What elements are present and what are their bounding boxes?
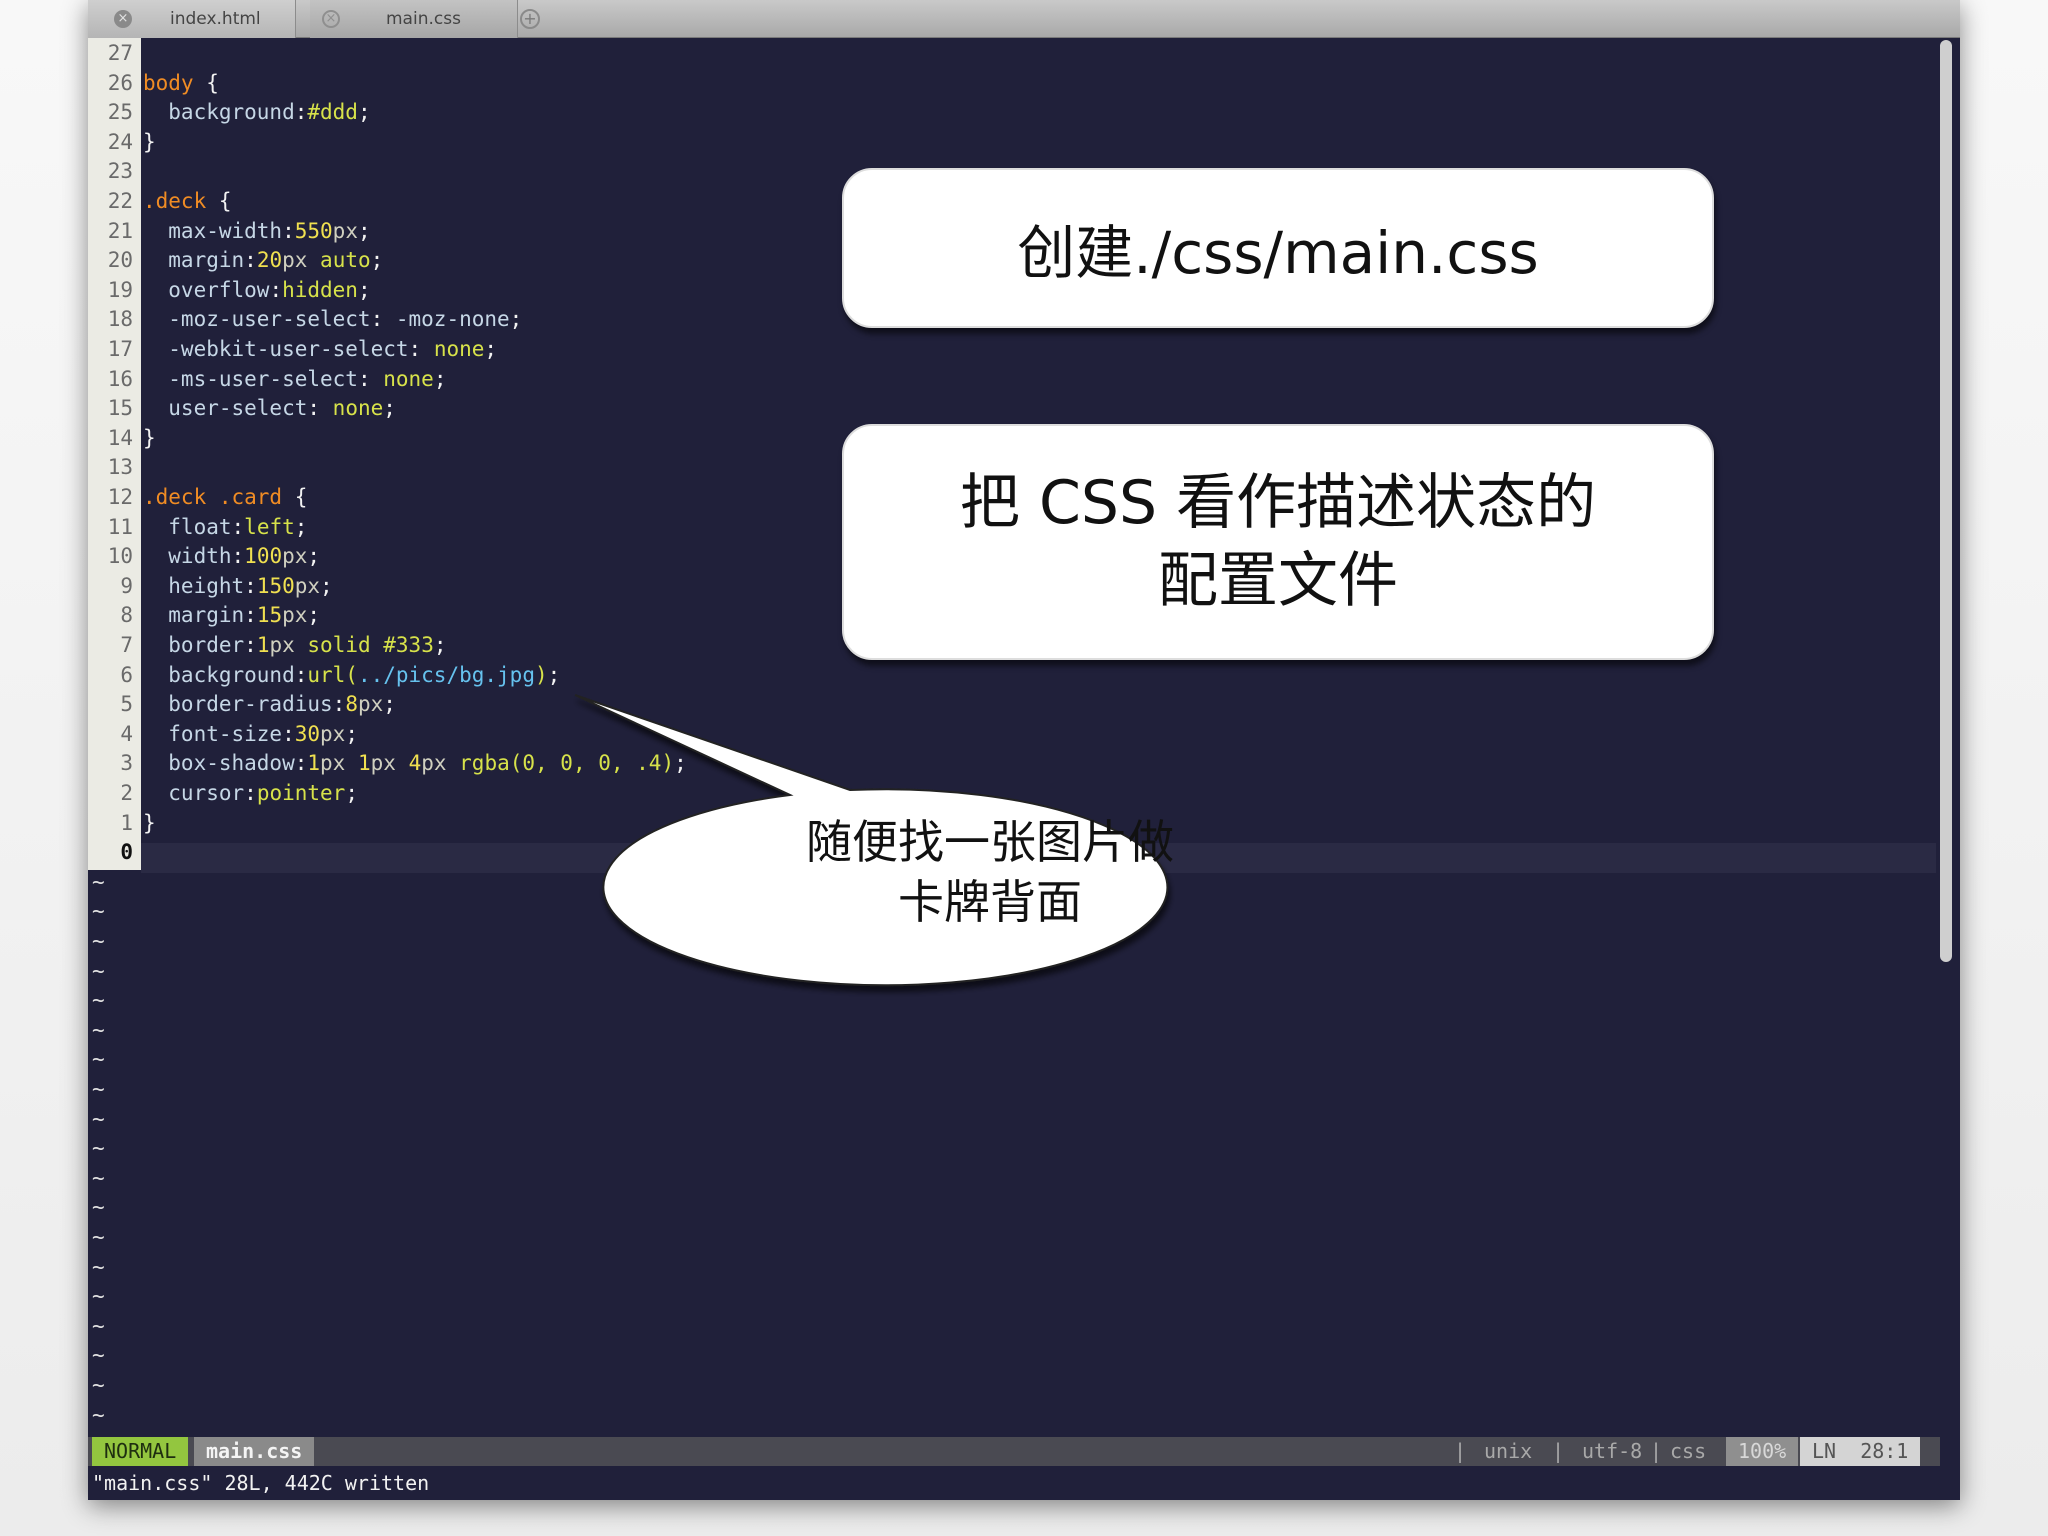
annotation-css-config: 把 CSS 看作描述状态的 配置文件 <box>842 424 1714 660</box>
bubble-line: 卡牌背面 <box>898 875 1082 929</box>
annotation-line: 配置文件 <box>1158 546 1398 616</box>
annotation-line: 把 CSS 看作描述状态的 <box>959 468 1597 538</box>
bubble-line: 随便找一张图片做 <box>806 815 1174 869</box>
bubble-text: 随便找一张图片做 卡牌背面 <box>740 812 1240 932</box>
annotation-create-file: 创建./css/main.css <box>842 168 1714 328</box>
